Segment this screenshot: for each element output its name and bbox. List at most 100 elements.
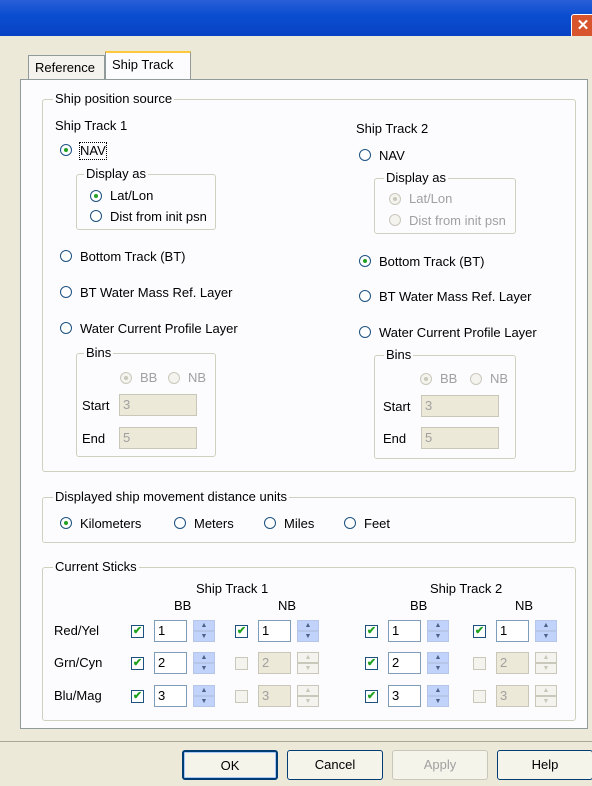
red-t1bb-up[interactable]: ▲ xyxy=(193,620,215,631)
track2-nb-radio[interactable] xyxy=(470,373,482,385)
red-t2nb-down[interactable]: ▼ xyxy=(535,631,557,642)
grn-t1bb-checkbox[interactable]: ✔ xyxy=(131,657,144,670)
blu-t2nb-up[interactable]: ▲ xyxy=(535,685,557,696)
grn-t1bb-down[interactable]: ▼ xyxy=(193,663,215,674)
red-t2nb-checkbox[interactable]: ✔ xyxy=(473,625,486,638)
blu-t1nb-checkbox[interactable] xyxy=(235,690,248,703)
apply-button[interactable]: Apply xyxy=(392,750,488,780)
track1-wcp-label[interactable]: Water Current Profile Layer xyxy=(80,321,238,337)
grn-t2nb-up[interactable]: ▲ xyxy=(535,652,557,663)
units-feet-label[interactable]: Feet xyxy=(364,516,390,532)
track2-wcp-label[interactable]: Water Current Profile Layer xyxy=(379,325,537,341)
track1-bt-label[interactable]: Bottom Track (BT) xyxy=(80,249,185,265)
red-t2nb-input[interactable]: 1 xyxy=(496,620,529,642)
red-t1bb-checkbox[interactable]: ✔ xyxy=(131,625,144,638)
blu-t2bb-checkbox[interactable]: ✔ xyxy=(365,690,378,703)
units-kilometers-label[interactable]: Kilometers xyxy=(80,516,141,532)
track1-nb-label[interactable]: NB xyxy=(188,370,206,386)
track2-btwm-label[interactable]: BT Water Mass Ref. Layer xyxy=(379,289,531,305)
blu-t2bb-input[interactable]: 3 xyxy=(388,685,421,707)
track2-dist-label[interactable]: Dist from init psn xyxy=(409,213,506,229)
grn-t2bb-checkbox[interactable]: ✔ xyxy=(365,657,378,670)
blu-t1nb-down[interactable]: ▼ xyxy=(297,696,319,707)
red-t2bb-input[interactable]: 1 xyxy=(388,620,421,642)
track1-wcp-radio[interactable] xyxy=(60,322,72,334)
track1-nav-label[interactable]: NAV xyxy=(79,142,107,160)
track1-dist-radio[interactable] xyxy=(90,210,102,222)
track1-latlon-radio[interactable] xyxy=(90,190,102,202)
blu-t2nb-input[interactable]: 3 xyxy=(496,685,529,707)
blu-t2bb-down[interactable]: ▼ xyxy=(427,696,449,707)
track1-display-as-legend: Display as xyxy=(84,166,148,181)
track1-bb-label[interactable]: BB xyxy=(140,370,157,386)
blu-t1bb-down[interactable]: ▼ xyxy=(193,696,215,707)
grn-t1nb-input[interactable]: 2 xyxy=(258,652,291,674)
units-kilometers-radio[interactable] xyxy=(60,517,72,529)
blu-t1bb-checkbox[interactable]: ✔ xyxy=(131,690,144,703)
grn-t1nb-up[interactable]: ▲ xyxy=(297,652,319,663)
grn-t2nb-input[interactable]: 2 xyxy=(496,652,529,674)
track2-dist-radio[interactable] xyxy=(389,214,401,226)
track1-end-field[interactable]: 5 xyxy=(119,427,197,449)
red-t2bb-checkbox[interactable]: ✔ xyxy=(365,625,378,638)
grn-t2nb-checkbox[interactable] xyxy=(473,657,486,670)
cancel-button[interactable]: Cancel xyxy=(287,750,383,780)
track2-bb-radio[interactable] xyxy=(420,373,432,385)
units-miles-radio[interactable] xyxy=(264,517,276,529)
track2-bt-label[interactable]: Bottom Track (BT) xyxy=(379,254,484,270)
grn-t1nb-down[interactable]: ▼ xyxy=(297,663,319,674)
grn-t2bb-down[interactable]: ▼ xyxy=(427,663,449,674)
track1-nb-radio[interactable] xyxy=(168,372,180,384)
grn-t1bb-input[interactable]: 2 xyxy=(154,652,187,674)
red-t2bb-up[interactable]: ▲ xyxy=(427,620,449,631)
red-t1nb-checkbox[interactable]: ✔ xyxy=(235,625,248,638)
track1-btwm-label[interactable]: BT Water Mass Ref. Layer xyxy=(80,285,232,301)
track1-bb-radio[interactable] xyxy=(120,372,132,384)
grn-t1bb-up[interactable]: ▲ xyxy=(193,652,215,663)
units-meters-radio[interactable] xyxy=(174,517,186,529)
units-feet-radio[interactable] xyxy=(344,517,356,529)
track2-end-field[interactable]: 5 xyxy=(421,427,499,449)
red-t2nb-up[interactable]: ▲ xyxy=(535,620,557,631)
red-t1nb-input[interactable]: 1 xyxy=(258,620,291,642)
units-meters-label[interactable]: Meters xyxy=(194,516,234,532)
close-icon[interactable]: ✕ xyxy=(571,14,592,38)
track1-nav-radio[interactable] xyxy=(60,144,72,156)
track1-bt-radio[interactable] xyxy=(60,250,72,262)
track2-bb-label[interactable]: BB xyxy=(440,371,457,387)
track2-nav-label[interactable]: NAV xyxy=(379,148,405,164)
blu-t2bb-up[interactable]: ▲ xyxy=(427,685,449,696)
red-t1bb-down[interactable]: ▼ xyxy=(193,631,215,642)
grn-t2nb-down[interactable]: ▼ xyxy=(535,663,557,674)
track2-latlon-radio[interactable] xyxy=(389,193,401,205)
blu-t1bb-input[interactable]: 3 xyxy=(154,685,187,707)
blu-t1bb-up[interactable]: ▲ xyxy=(193,685,215,696)
track1-start-field[interactable]: 3 xyxy=(119,394,197,416)
tab-ship-track[interactable]: Ship Track xyxy=(105,51,191,79)
blu-t1nb-up[interactable]: ▲ xyxy=(297,685,319,696)
units-miles-label[interactable]: Miles xyxy=(284,516,314,532)
track2-start-field[interactable]: 3 xyxy=(421,395,499,417)
red-t2bb-down[interactable]: ▼ xyxy=(427,631,449,642)
track1-dist-label[interactable]: Dist from init psn xyxy=(110,209,207,225)
track1-btwm-radio[interactable] xyxy=(60,286,72,298)
red-t1nb-up[interactable]: ▲ xyxy=(297,620,319,631)
tab-reference[interactable]: Reference xyxy=(28,55,105,79)
track2-bt-radio[interactable] xyxy=(359,255,371,267)
red-t1nb-down[interactable]: ▼ xyxy=(297,631,319,642)
track1-latlon-label[interactable]: Lat/Lon xyxy=(110,188,153,204)
track2-wcp-radio[interactable] xyxy=(359,326,371,338)
blu-t2nb-checkbox[interactable] xyxy=(473,690,486,703)
ok-button[interactable]: OK xyxy=(182,750,278,780)
track2-nav-radio[interactable] xyxy=(359,149,371,161)
track2-btwm-radio[interactable] xyxy=(359,290,371,302)
help-button[interactable]: Help xyxy=(497,750,592,780)
grn-t2bb-input[interactable]: 2 xyxy=(388,652,421,674)
grn-t2bb-up[interactable]: ▲ xyxy=(427,652,449,663)
grn-t1nb-checkbox[interactable] xyxy=(235,657,248,670)
blu-t1nb-input[interactable]: 3 xyxy=(258,685,291,707)
track2-nb-label[interactable]: NB xyxy=(490,371,508,387)
red-t1bb-input[interactable]: 1 xyxy=(154,620,187,642)
blu-t2nb-down[interactable]: ▼ xyxy=(535,696,557,707)
track2-latlon-label[interactable]: Lat/Lon xyxy=(409,191,452,207)
